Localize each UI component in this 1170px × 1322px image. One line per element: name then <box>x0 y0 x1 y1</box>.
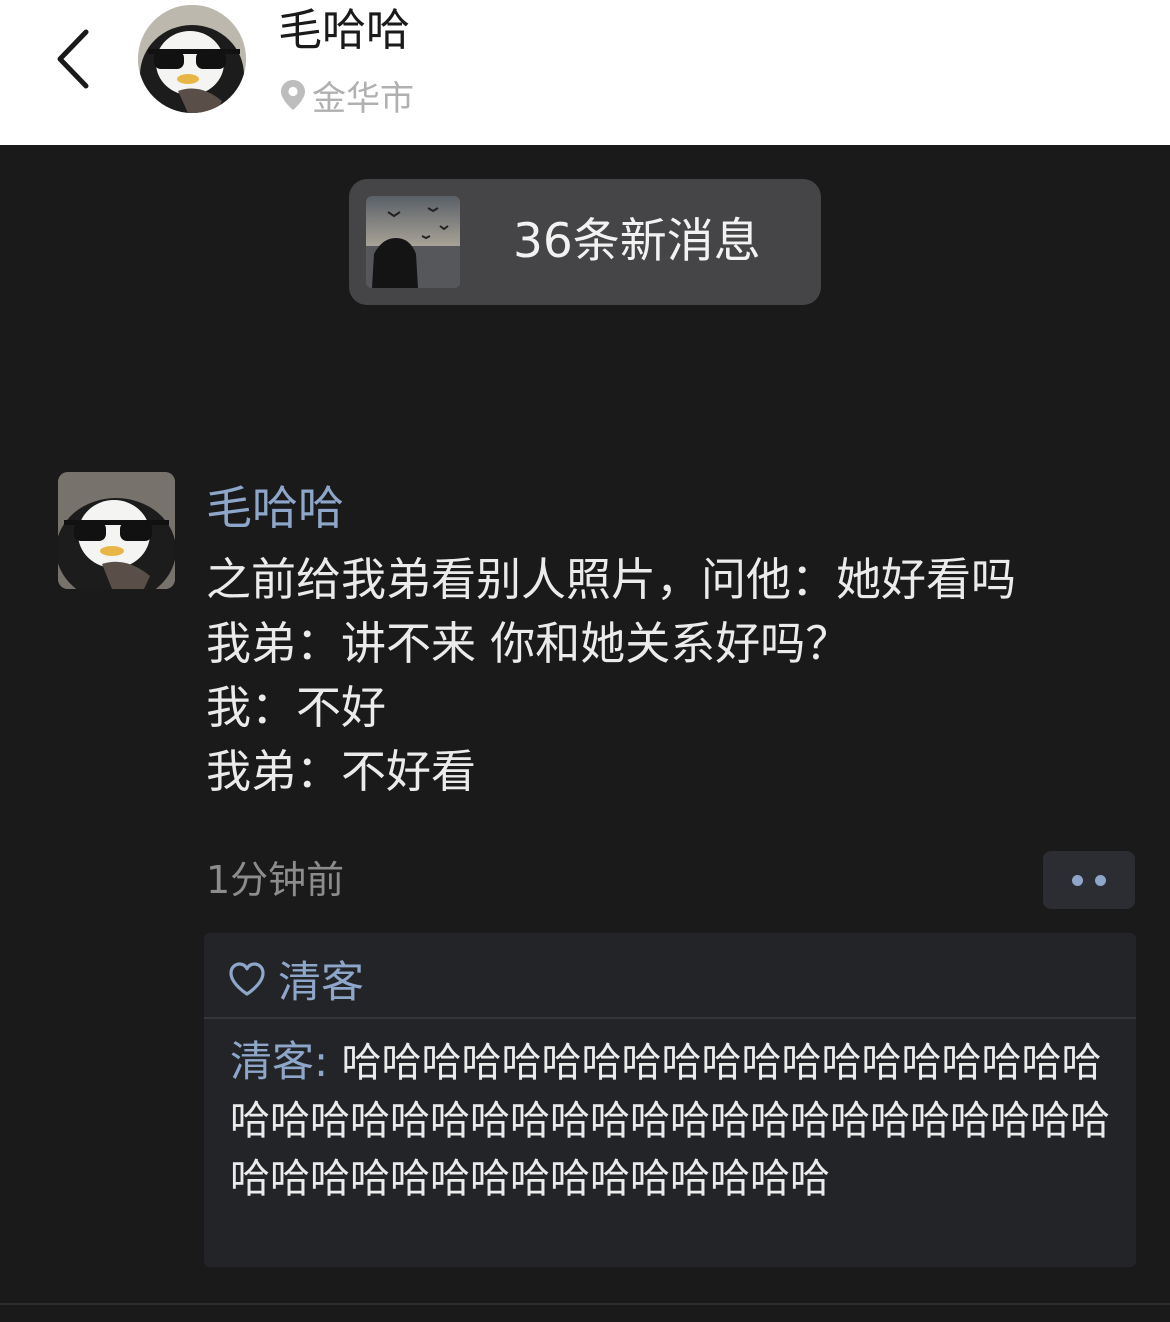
post-timestamp: 1分钟前 <box>206 858 345 902</box>
chat-header: 毛哈哈 金华市 <box>0 0 1170 145</box>
divider <box>204 1017 1136 1019</box>
post-line: 之前给我弟看别人照片，问他：她好看吗 <box>206 553 1017 606</box>
divider <box>0 1303 1170 1305</box>
post-avatar[interactable] <box>58 472 175 589</box>
location-pin-icon <box>281 80 305 110</box>
comment-item[interactable]: 清客: 哈哈哈哈哈哈哈哈哈哈哈哈哈哈哈哈哈哈哈哈哈哈哈哈哈哈哈哈哈哈哈哈哈哈哈哈… <box>230 1033 1122 1208</box>
header-avatar[interactable] <box>138 5 246 113</box>
back-button[interactable] <box>44 22 104 96</box>
comment-text: 哈哈哈哈哈哈哈哈哈哈哈哈哈哈哈哈哈哈哈哈哈哈哈哈哈哈哈哈哈哈哈哈哈哈哈哈哈哈哈哈… <box>230 1040 1110 1202</box>
heart-outline-icon <box>229 962 265 996</box>
new-messages-banner[interactable]: 36条新消息 <box>349 179 821 305</box>
location: 金华市 <box>280 72 414 119</box>
moments-feed: 36条新消息 毛哈哈 之前给我弟看别人照片，问他：她好看吗 我弟：讲不来 你和她… <box>0 145 1170 1322</box>
likes-row: 清客 <box>228 948 364 1010</box>
new-messages-label: 36条新消息 <box>513 214 761 269</box>
more-dots-icon <box>1072 875 1083 886</box>
interaction-panel: 清客 清客: 哈哈哈哈哈哈哈哈哈哈哈哈哈哈哈哈哈哈哈哈哈哈哈哈哈哈哈哈哈哈哈哈哈… <box>204 933 1136 1267</box>
post-line: 我弟：不好看 <box>206 745 477 798</box>
location-text: 金华市 <box>312 78 414 119</box>
sender-thumbnail <box>366 196 460 288</box>
post-text: 之前给我弟看别人照片，问他：她好看吗 我弟：讲不来 你和她关系好吗？ 我：不好 … <box>206 548 1146 804</box>
post-line: 我弟：讲不来 你和她关系好吗？ <box>206 617 851 670</box>
more-button[interactable] <box>1043 851 1135 909</box>
post-line: 我：不好 <box>206 681 387 734</box>
chevron-left-icon <box>57 29 89 89</box>
contact-name: 毛哈哈 <box>278 5 410 56</box>
liker-name[interactable]: 清客 <box>278 948 364 1010</box>
comment-separator: : <box>314 1037 342 1086</box>
post-author[interactable]: 毛哈哈 <box>206 480 344 536</box>
comment-author[interactable]: 清客 <box>230 1037 314 1086</box>
